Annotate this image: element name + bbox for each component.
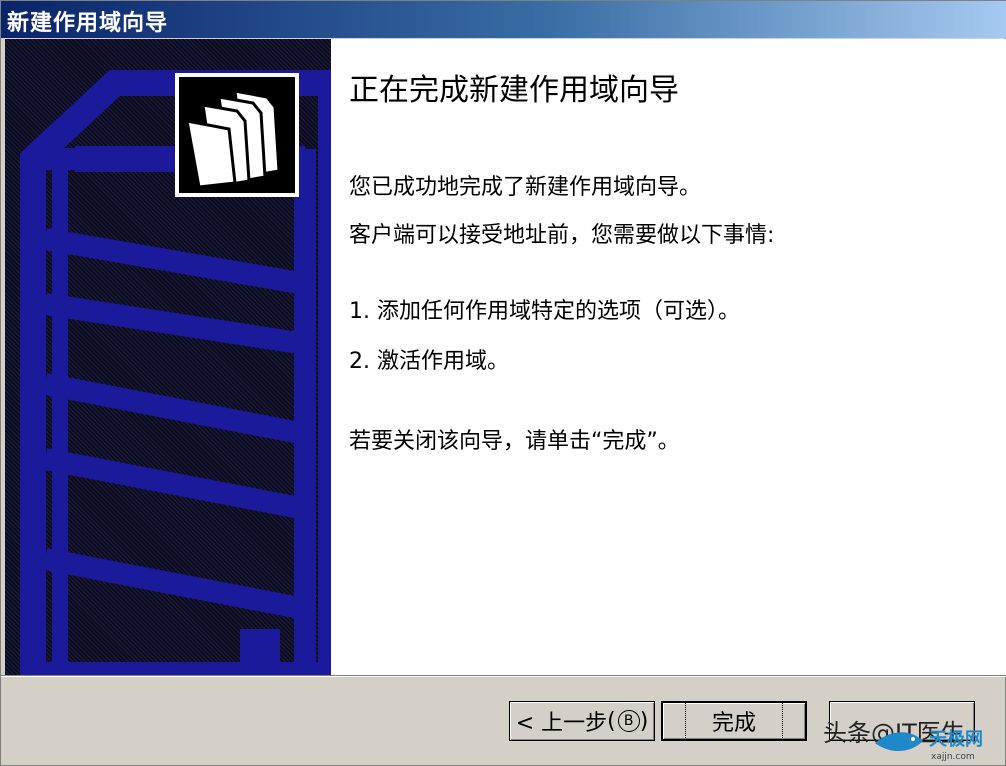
completion-message: 您已成功地完成了新建作用域向导。 bbox=[349, 175, 702, 200]
step-item-1: 1. 添加任何作用域特定的选项（可选）。 bbox=[349, 299, 740, 324]
window-title: 新建作用域向导 bbox=[7, 11, 169, 36]
finish-button[interactable]: 完成 bbox=[661, 701, 807, 741]
wizard-content: 正在完成新建作用域向导 您已成功地完成了新建作用域向导。 客户端可以接受地址前，… bbox=[331, 39, 1006, 675]
folders-icon bbox=[175, 73, 299, 197]
back-button[interactable]: < 上一步 (B) bbox=[509, 701, 655, 741]
logo-text: 天极网 bbox=[929, 729, 983, 750]
page-title: 正在完成新建作用域向导 bbox=[349, 73, 679, 108]
instruction-text: 客户端可以接受地址前，您需要做以下事情: bbox=[349, 223, 775, 248]
back-button-label: < 上一步 bbox=[515, 711, 608, 736]
logo-subtext: xajjn.com bbox=[931, 752, 975, 762]
wizard-window: 新建作用域向导 正在完成新建作用域向导 您已成功地完成了新建作用域向导。 客户端… bbox=[0, 0, 1006, 766]
button-separator bbox=[1, 675, 1006, 677]
watermark-logo: 天极网 xajjn.com bbox=[875, 729, 983, 762]
wizard-banner bbox=[5, 39, 331, 675]
step-item-2: 2. 激活作用域。 bbox=[349, 349, 509, 374]
finish-button-label: 完成 bbox=[684, 702, 783, 740]
closing-instruction: 若要关闭该向导，请单击“完成”。 bbox=[349, 429, 680, 454]
back-accelerator-key: B bbox=[617, 710, 640, 732]
title-bar[interactable]: 新建作用域向导 bbox=[1, 1, 1006, 38]
